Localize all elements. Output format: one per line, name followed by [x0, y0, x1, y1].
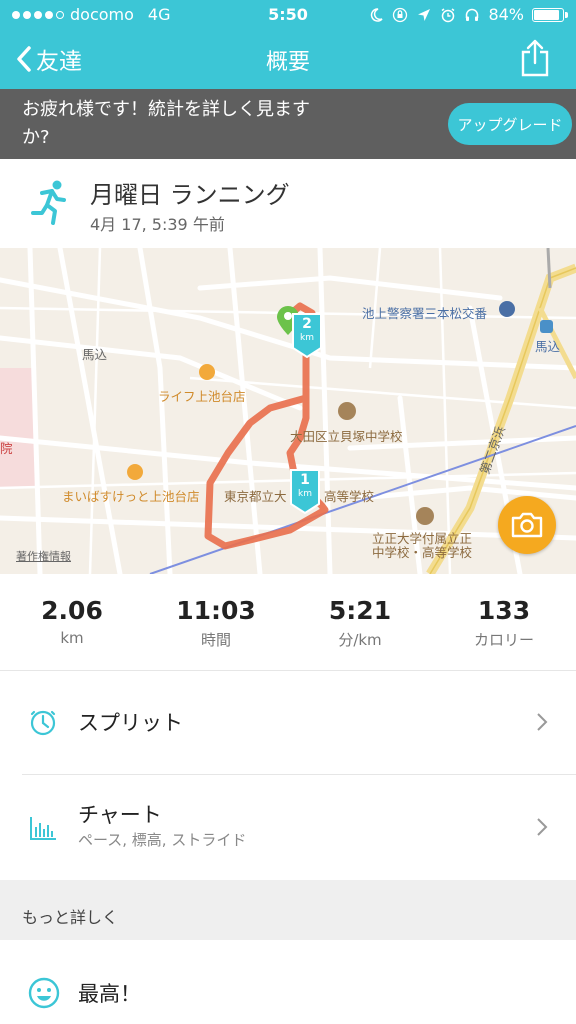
km-marker-unit: km — [298, 489, 312, 499]
map-label-life: ライフ上池台店 — [158, 389, 246, 404]
km-marker-unit: km — [300, 333, 314, 343]
navigation-bar: 友達 概要 — [0, 30, 576, 89]
map-label-school2b: 高等学校 — [324, 489, 375, 504]
stat-unit: km — [60, 629, 84, 647]
more-details-header: もっと詳しく — [0, 880, 576, 940]
chevron-right-icon — [537, 818, 548, 836]
alarm-icon — [441, 7, 455, 22]
map-label-station: 馬込 — [535, 339, 561, 354]
stat-unit: カロリー — [473, 631, 534, 649]
map-label-school1: 大田区立貝塚中学校 — [290, 429, 403, 444]
page-title: 概要 — [265, 50, 310, 75]
location-icon — [418, 8, 431, 21]
activity-date: 4月 17, 5:39 午前 — [90, 215, 225, 234]
upgrade-button[interactable]: アップグレード — [448, 103, 572, 145]
bar-chart-icon — [30, 817, 56, 840]
stat-value: 133 — [477, 596, 531, 625]
running-icon — [31, 180, 66, 225]
banner-message: お疲れ様です！統計を詳しく見ますか? — [22, 99, 310, 148]
rotation-lock-icon — [393, 7, 408, 22]
stat-value: 11:03 — [176, 596, 256, 625]
battery-percent: 84% — [488, 5, 524, 24]
feeling-label: 最高！ — [78, 982, 141, 1006]
feeling-row[interactable]: 最高！ — [0, 940, 576, 1024]
camera-button[interactable] — [498, 496, 556, 554]
status-bar: docomo 4G 5:50 84% — [0, 0, 576, 30]
chevron-right-icon — [537, 713, 548, 731]
activity-header: 月曜日 ランニング 4月 17, 5:39 午前 — [0, 159, 576, 248]
moon-icon — [371, 7, 383, 22]
camera-icon — [511, 512, 543, 538]
header-bar: docomo 4G 5:50 84% 友達 概要 — [0, 0, 576, 89]
headphones-icon — [466, 8, 479, 21]
charts-subtitle: ペース, 標高, ストライド — [78, 831, 247, 849]
charts-label: チャート — [78, 803, 162, 827]
stats-summary: 2.06 km 11:03 時間 5:21 分/km 133 カロリー — [0, 574, 576, 670]
km-marker-number: 2 — [302, 316, 312, 332]
splits-row[interactable]: スプリット — [0, 671, 576, 774]
activity-title: 月曜日 ランニング — [90, 181, 290, 209]
stat-pace: 5:21 分/km — [288, 574, 432, 670]
section-title: もっと詳しく — [22, 908, 119, 927]
km-marker-2[interactable]: 2 km — [291, 312, 323, 358]
charts-row[interactable]: チャート ペース, 標高, ストライド — [0, 775, 576, 880]
stopwatch-icon — [30, 710, 56, 736]
stat-unit: 時間 — [200, 631, 231, 649]
splits-label: スプリット — [78, 711, 183, 735]
map-label-area: 馬込 — [82, 347, 108, 362]
stat-unit: 分/km — [338, 631, 382, 649]
km-marker-1[interactable]: 1 km — [289, 468, 321, 514]
map-copyright-link[interactable]: 著作権情報 — [16, 548, 71, 564]
map-canvas — [0, 248, 576, 574]
smiley-icon — [28, 977, 60, 1009]
map-label-police: 池上警察署三本松交番 — [362, 306, 488, 321]
map-label-hospital: 院 — [0, 441, 13, 456]
share-icon[interactable] — [518, 38, 552, 78]
stat-value: 2.06 — [41, 596, 103, 625]
map-label-rissho2: 中学校・高等学校 — [372, 545, 473, 560]
stat-duration: 11:03 時間 — [144, 574, 288, 670]
map-label-maibasuketto: まいばすけっと上池台店 — [62, 489, 200, 504]
battery-icon — [532, 7, 568, 22]
km-marker-number: 1 — [300, 472, 310, 488]
map-label-school2: 東京都立大 — [224, 489, 287, 504]
route-map[interactable]: 2 km 1 km 池上警察署三本松交番 馬込 馬込 ライフ上池台店 大田区立貝… — [0, 248, 576, 574]
upgrade-banner: お疲れ様です！統計を詳しく見ますか? アップグレード — [0, 89, 576, 159]
stat-calories: 133 カロリー — [432, 574, 576, 670]
stat-distance: 2.06 km — [0, 574, 144, 670]
stat-value: 5:21 — [328, 596, 392, 625]
